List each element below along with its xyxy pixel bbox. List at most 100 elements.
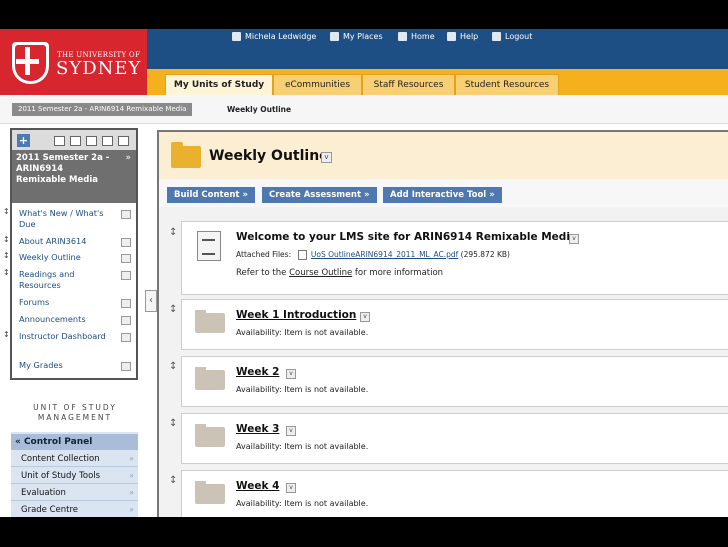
- control-panel-label: Control Panel: [23, 437, 93, 447]
- chevron-right-icon: »: [129, 505, 134, 514]
- chevron-down-icon[interactable]: v: [286, 483, 296, 493]
- management-heading: UNIT OF STUDY MANAGEMENT: [33, 403, 117, 422]
- availability-text: Availability: Item is not available.: [236, 328, 369, 337]
- folder-view-icon[interactable]: [70, 136, 81, 146]
- sidebar-item-forums[interactable]: Forums: [19, 297, 49, 308]
- home-link[interactable]: Home: [398, 32, 435, 41]
- user-name: Michela Ledwidge: [245, 32, 317, 41]
- refresh-icon[interactable]: [102, 136, 113, 146]
- course-outline-link[interactable]: Course Outline: [289, 268, 352, 278]
- content-area: Weekly Outline v Build Content » Create …: [157, 130, 728, 517]
- chevron-down-icon: »: [242, 190, 248, 200]
- chevron-down-icon[interactable]: v: [360, 312, 370, 322]
- item-options-icon[interactable]: [121, 210, 131, 219]
- course-title-block[interactable]: 2011 Semester 2a - ARIN6914 Remixable Me…: [12, 150, 136, 203]
- drag-handle-icon[interactable]: ↕: [3, 251, 10, 260]
- create-assessment-label: Create Assessment: [269, 190, 362, 200]
- sort-icon[interactable]: [118, 136, 129, 146]
- cp-item-label: Evaluation: [21, 488, 66, 498]
- content-item-welcome: Welcome to your LMS site for ARIN6914 Re…: [181, 221, 728, 295]
- create-assessment-button[interactable]: Create Assessment »: [262, 187, 377, 203]
- drag-handle-icon[interactable]: ↕: [169, 304, 177, 315]
- tab-ecommunities[interactable]: eCommunities: [273, 74, 362, 95]
- logo-text-big: SYDNEY: [56, 58, 142, 79]
- drag-handle-icon[interactable]: ↕: [3, 268, 10, 277]
- window-icon[interactable]: [86, 136, 97, 146]
- cp-evaluation[interactable]: Evaluation »: [11, 485, 138, 501]
- week-title[interactable]: Week 3: [236, 423, 279, 435]
- drag-handle-icon[interactable]: ↕: [169, 227, 177, 238]
- cp-grade-centre[interactable]: Grade Centre »: [11, 502, 138, 517]
- welcome-title[interactable]: Welcome to your LMS site for ARIN6914 Re…: [236, 231, 577, 243]
- sidebar-item-readings[interactable]: Readings and Resources: [19, 269, 99, 291]
- drag-handle-icon[interactable]: ↕: [3, 235, 10, 244]
- list-view-icon[interactable]: [54, 136, 65, 146]
- cp-content-collection[interactable]: Content Collection »: [11, 451, 138, 467]
- chevron-down-icon: »: [489, 190, 495, 200]
- user-link[interactable]: Michela Ledwidge: [232, 32, 316, 41]
- chevron-right-icon: »: [129, 488, 134, 497]
- item-options-icon[interactable]: [121, 316, 131, 325]
- file-link[interactable]: UoS OutlineARIN6914_2011_ML_AC.pdf: [311, 250, 458, 259]
- week-title[interactable]: Week 1 Introduction: [236, 309, 356, 321]
- university-logo[interactable]: THE UNIVERSITY OF SYDNEY: [0, 29, 147, 95]
- crest-icon: [12, 42, 49, 84]
- tab-staff-resources[interactable]: Staff Resources: [362, 74, 455, 95]
- add-interactive-tool-button[interactable]: Add Interactive Tool »: [383, 187, 502, 203]
- course-title: 2011 Semester 2a - ARIN6914 Remixable Me…: [16, 153, 110, 185]
- item-options-icon[interactable]: [121, 271, 131, 280]
- help-icon: [447, 32, 456, 41]
- collapse-menu-button[interactable]: ‹: [145, 290, 157, 312]
- my-places-link[interactable]: My Places: [330, 32, 383, 41]
- drag-handle-icon[interactable]: ↕: [169, 475, 177, 486]
- item-options-icon[interactable]: [121, 362, 131, 371]
- my-places-label: My Places: [343, 32, 383, 41]
- help-link[interactable]: Help: [447, 32, 478, 41]
- chevron-down-icon[interactable]: v: [321, 152, 332, 163]
- sidebar-item-weekly-outline[interactable]: Weekly Outline: [19, 252, 81, 263]
- drag-handle-icon[interactable]: ↕: [3, 330, 10, 339]
- file-size: (295.872 KB): [460, 250, 510, 259]
- tab-student-resources[interactable]: Student Resources: [455, 74, 559, 95]
- sidebar-item-my-grades[interactable]: My Grades: [19, 360, 63, 371]
- action-bar: Build Content » Create Assessment » Add …: [159, 179, 728, 207]
- item-options-icon[interactable]: [121, 238, 131, 247]
- sidebar-item-announcements[interactable]: Announcements: [19, 314, 86, 325]
- tab-my-units[interactable]: My Units of Study: [165, 74, 273, 95]
- drag-handle-icon[interactable]: ↕: [169, 418, 177, 429]
- logout-link[interactable]: Logout: [492, 32, 532, 41]
- attachment-line: Attached Files: UoS OutlineARIN6914_2011…: [236, 250, 510, 260]
- chevron-right-icon[interactable]: »: [125, 153, 131, 163]
- cp-unit-tools[interactable]: Unit of Study Tools »: [11, 468, 138, 484]
- chevron-down-icon: »: [364, 190, 370, 200]
- sidebar-item-whats-new[interactable]: What's New / What's Due: [19, 208, 119, 230]
- chevron-right-icon: »: [129, 471, 134, 480]
- refer-line: Refer to the Course Outline for more inf…: [236, 268, 443, 278]
- drag-handle-icon[interactable]: ↕: [3, 207, 10, 216]
- breadcrumb: 2011 Semester 2a - ARIN6914 Remixable Me…: [0, 95, 728, 124]
- item-options-icon[interactable]: [121, 333, 131, 342]
- item-options-icon[interactable]: [121, 254, 131, 263]
- week-title[interactable]: Week 2: [236, 366, 279, 378]
- control-panel-title[interactable]: « Control Panel: [11, 434, 138, 450]
- folder-icon: [195, 367, 225, 390]
- attached-label: Attached Files:: [236, 250, 292, 259]
- drag-handle-icon[interactable]: ↕: [169, 361, 177, 372]
- sidebar-item-about[interactable]: About ARIN3614: [19, 236, 86, 247]
- user-icon: [232, 32, 241, 41]
- chevron-down-icon[interactable]: v: [569, 234, 579, 244]
- lms-window: THE UNIVERSITY OF SYDNEY Michela Ledwidg…: [0, 29, 728, 517]
- content-header: Weekly Outline v: [159, 132, 728, 179]
- sidebar-item-instructor-dashboard[interactable]: Instructor Dashboard: [19, 331, 124, 342]
- add-menu-item-button[interactable]: +: [17, 134, 30, 147]
- home-icon: [398, 32, 407, 41]
- chevron-down-icon[interactable]: v: [286, 369, 296, 379]
- folder-icon: [195, 424, 225, 447]
- build-content-button[interactable]: Build Content »: [167, 187, 255, 203]
- chevron-down-icon[interactable]: v: [286, 426, 296, 436]
- breadcrumb-course[interactable]: 2011 Semester 2a - ARIN6914 Remixable Me…: [12, 103, 193, 116]
- folder-icon: [195, 310, 225, 333]
- week-title[interactable]: Week 4: [236, 480, 279, 492]
- logout-label: Logout: [505, 32, 533, 41]
- item-options-icon[interactable]: [121, 299, 131, 308]
